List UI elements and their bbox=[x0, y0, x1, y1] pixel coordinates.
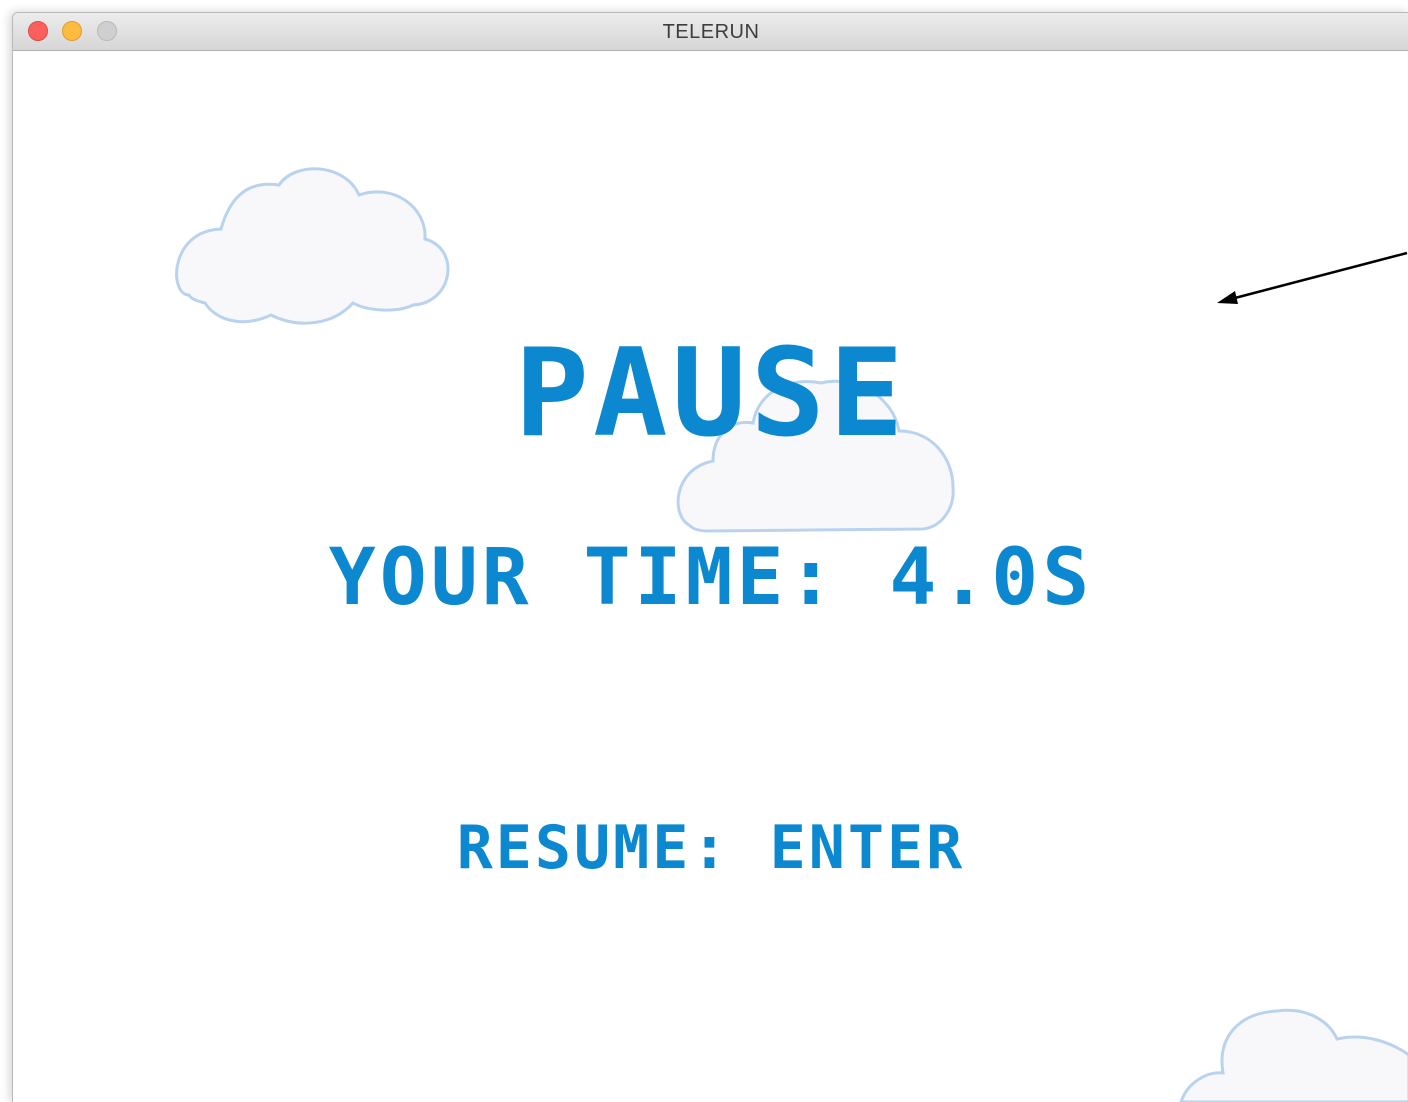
game-canvas[interactable]: PAUSE YOUR TIME: 4.0S RESUME: ENTER bbox=[13, 51, 1408, 1102]
window-title: TELERUN bbox=[662, 21, 760, 43]
cloud-icon bbox=[1179, 1008, 1408, 1102]
pause-title: PAUSE bbox=[514, 323, 908, 465]
game-window: TELERUN PAUSE YOUR TIME: 4.0S RESUME: EN… bbox=[12, 12, 1408, 1102]
resume-instruction: RESUME: ENTER bbox=[456, 813, 966, 883]
annotation-arrow-icon bbox=[1217, 251, 1408, 304]
your-time-text: YOUR TIME: 4.0S bbox=[328, 533, 1094, 623]
cloud-icon bbox=[175, 167, 450, 325]
title-bar[interactable]: TELERUN bbox=[13, 13, 1408, 51]
